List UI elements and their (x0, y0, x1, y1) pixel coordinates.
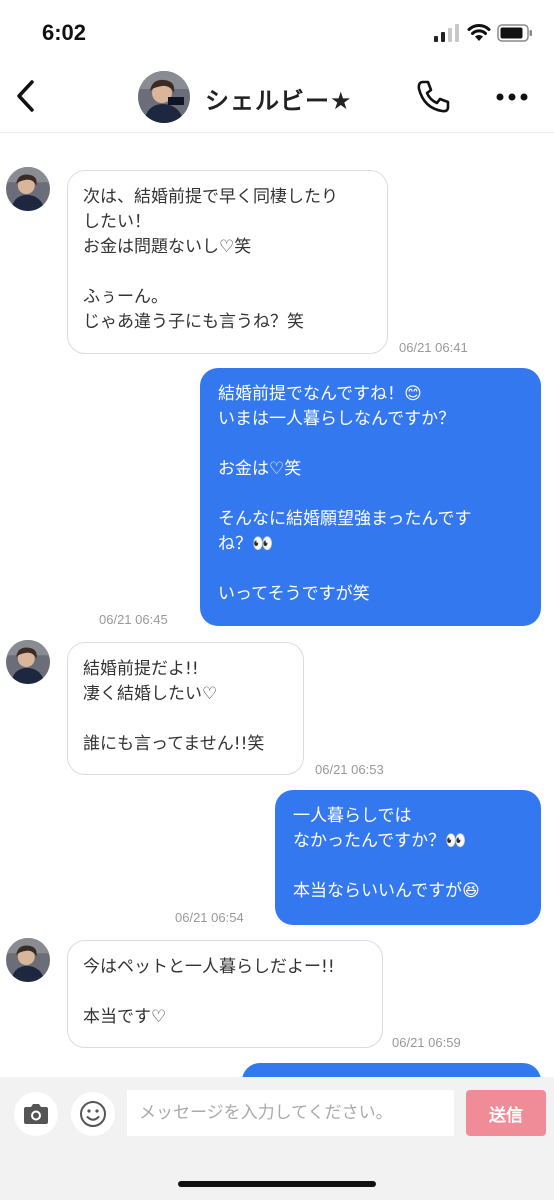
camera-button[interactable] (14, 1092, 58, 1136)
message-timestamp: 06/21 06:53 (315, 762, 384, 777)
camera-icon (24, 1104, 48, 1124)
cellular-signal-icon (434, 24, 459, 42)
chevron-left-icon (17, 80, 34, 112)
message-list[interactable]: 次は、結婚前提で早く同棲したり したい！ お金は問題ないし♡笑 ふぅーん。 じゃ… (0, 133, 554, 1077)
message-bubble-outgoing[interactable]: 結婚前提でなんですね！😊 いまは一人暮らしなんですか？ お金は♡笑 そんなに結婚… (200, 368, 541, 626)
message-bubble-outgoing[interactable]: 一人暮らしでは なかったんですか？👀 本当ならいいんですが😆 (275, 790, 541, 925)
more-horizontal-icon (496, 93, 528, 101)
message-bubble-incoming[interactable]: 結婚前提だよ!! 凄く結婚したい♡ 誰にも言ってません!!笑 (67, 642, 304, 775)
status-bar: 6:02 (0, 0, 554, 62)
message-timestamp: 06/21 06:59 (392, 1035, 461, 1050)
emoji-button[interactable] (71, 1092, 115, 1136)
contact-avatar-small[interactable] (6, 938, 50, 982)
back-button[interactable] (8, 74, 48, 118)
message-input[interactable] (127, 1090, 454, 1136)
contact-name: シェルビー★ (205, 87, 353, 115)
phone-icon (417, 80, 450, 113)
contact-avatar-small[interactable] (6, 640, 50, 684)
message-input-bar: 送信 (0, 1077, 554, 1200)
message-timestamp: 06/21 06:41 (399, 340, 468, 355)
message-bubble-outgoing-partial[interactable] (242, 1063, 541, 1077)
chat-header: シェルビー★ (0, 62, 554, 133)
message-bubble-incoming[interactable]: 今はペットと一人暮らしだよー!! 本当です♡ (67, 940, 383, 1048)
send-button[interactable]: 送信 (466, 1090, 546, 1136)
message-timestamp: 06/21 06:54 (175, 910, 244, 925)
more-options-button[interactable] (492, 82, 532, 112)
status-time: 6:02 (42, 20, 87, 45)
home-indicator (178, 1181, 376, 1187)
contact-avatar[interactable] (138, 71, 190, 123)
battery-icon (497, 24, 532, 42)
wifi-icon (467, 24, 491, 41)
contact-avatar-small[interactable] (6, 167, 50, 211)
message-timestamp: 06/21 06:45 (99, 612, 168, 627)
call-button[interactable] (414, 78, 452, 116)
message-bubble-incoming[interactable]: 次は、結婚前提で早く同棲したり したい！ お金は問題ないし♡笑 ふぅーん。 じゃ… (67, 170, 388, 354)
smiley-icon (80, 1101, 106, 1127)
